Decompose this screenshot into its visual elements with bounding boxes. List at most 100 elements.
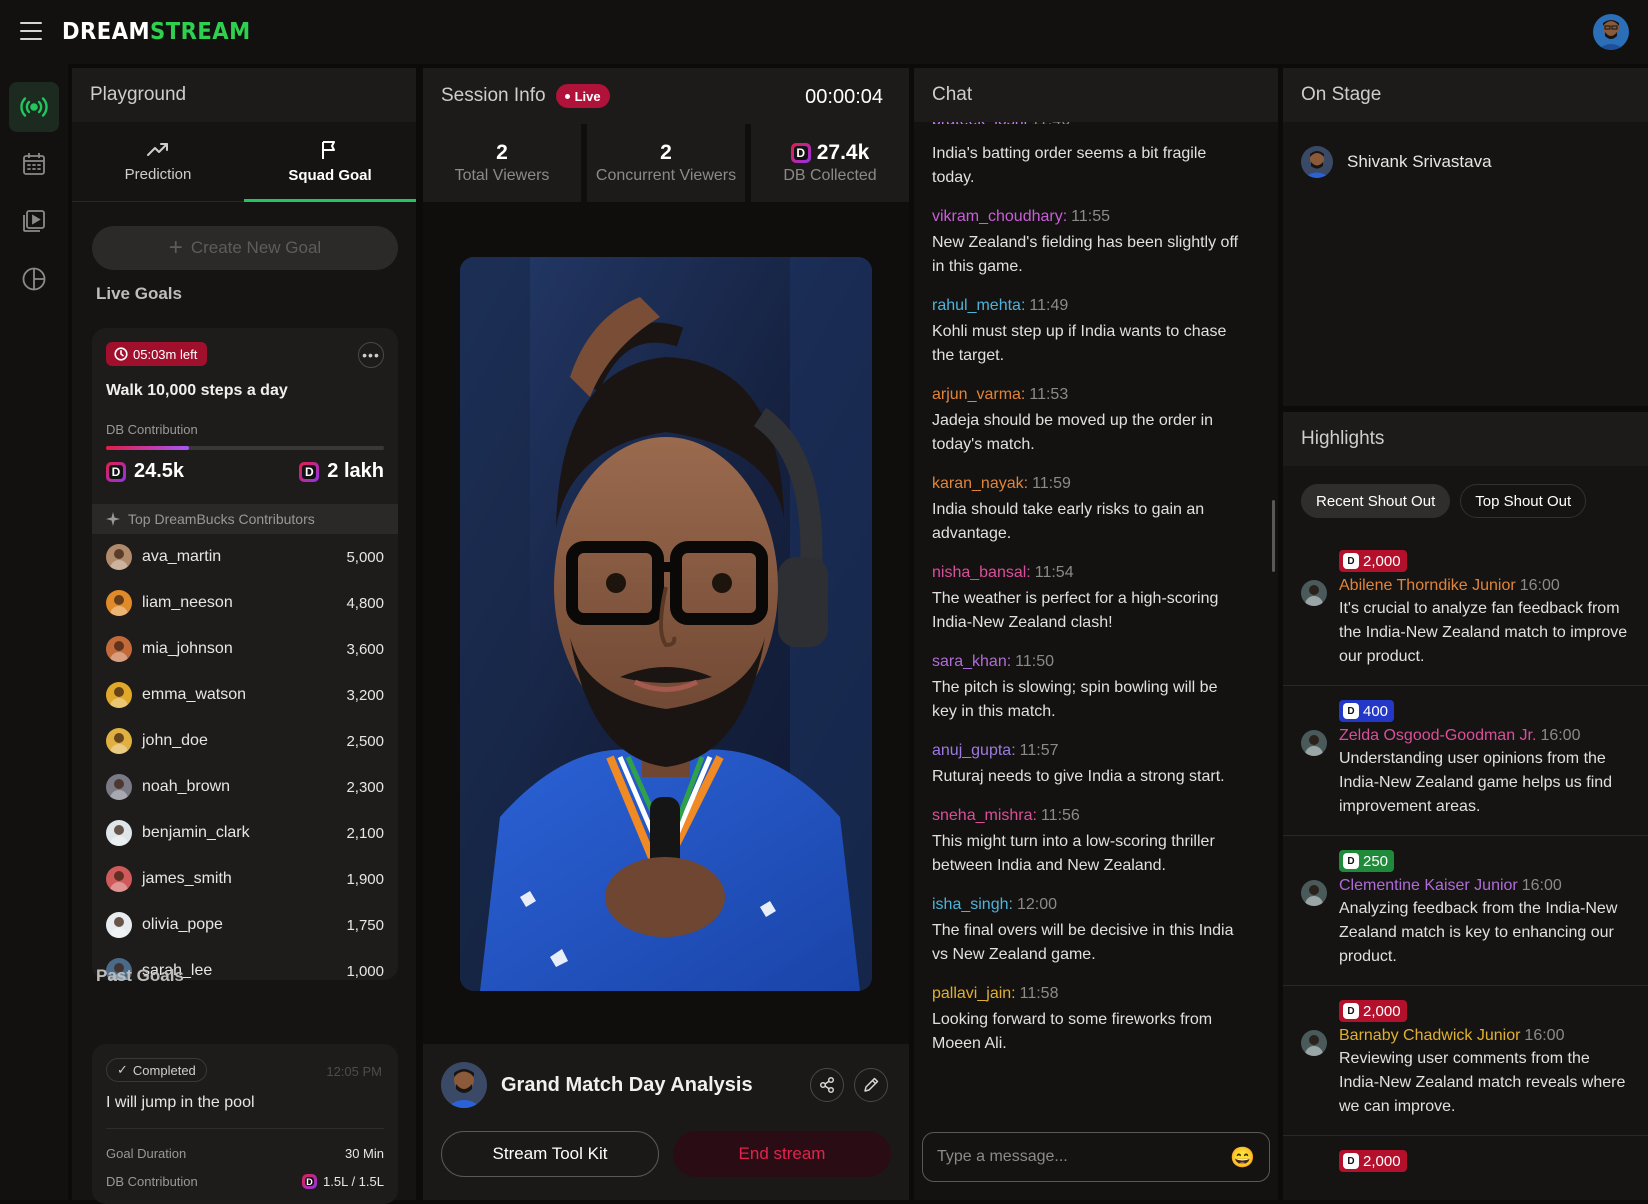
- chat-title: Chat: [914, 68, 1278, 122]
- shout-out-amount-badge: D 2,000: [1339, 1000, 1407, 1022]
- shout-out-item: D 2,000: [1283, 1150, 1648, 1188]
- chat-text: The final overs will be decisive in this…: [932, 922, 1234, 963]
- contributor-name: james_smith: [142, 870, 232, 887]
- share-icon[interactable]: [810, 1068, 844, 1102]
- chat-message: vikram_choudhary: 11:55 New Zealand's fiel…: [914, 208, 1264, 279]
- chat-scrollbar[interactable]: [1272, 500, 1275, 572]
- edit-icon[interactable]: [854, 1068, 888, 1102]
- shout-out-amount-badge: D 400: [1339, 700, 1395, 722]
- goal-duration-value: 30 Min: [344, 1146, 384, 1161]
- contributor-value: 1,900: [346, 870, 384, 888]
- contributor-row: benjamin_clark 2,100: [92, 810, 398, 856]
- chat-message: arjun_varma: 11:53 Jadeja should be moved …: [914, 386, 1264, 457]
- create-new-goal-button[interactable]: + Create New Goal: [92, 226, 398, 270]
- chat-time: 11:53: [1029, 386, 1069, 403]
- contributor-name: emma_watson: [142, 686, 247, 703]
- chat-time: 11:55: [1071, 208, 1111, 225]
- chat-time: 11:58: [1019, 985, 1059, 1002]
- chat-text: The pitch is slowing; spin bowling will …: [932, 679, 1218, 720]
- contributor-name: ava_martin: [142, 548, 222, 565]
- stat-total-viewers: 2 Total Viewers: [423, 124, 581, 202]
- participant-name: Shivank Srivastava: [1347, 152, 1492, 171]
- chat-message: anuj_gupta: 11:57 Ruturaj needs to give In…: [914, 742, 1264, 789]
- contributor-avatar: [106, 774, 132, 800]
- session-title: Session Info: [441, 85, 546, 106]
- chat-message-input[interactable]: [937, 1148, 1231, 1166]
- shout-out-text: Analyzing feedback from the India-New Ze…: [1339, 900, 1618, 965]
- contributor-value: 1,000: [346, 962, 384, 980]
- live-video-feed[interactable]: [460, 257, 872, 991]
- dreambucks-coin-icon: D: [1343, 1153, 1359, 1169]
- stat-db-collected: D 27.4k DB Collected: [751, 124, 909, 202]
- shout-out-amount: 2,000: [1363, 1002, 1401, 1020]
- app-logo[interactable]: DREAMSTREAM: [62, 19, 251, 45]
- shout-out-text: It's crucial to analyze fan feedback fro…: [1339, 600, 1628, 665]
- chat-message: rahul_mehta: 11:49 Kohli must step up if I…: [914, 297, 1264, 368]
- shout-out-time: 16:00: [1524, 1027, 1565, 1044]
- chat-username: anuj_gupta:: [932, 742, 1016, 759]
- contributor-value: 4,800: [346, 594, 384, 612]
- more-options-icon[interactable]: •••: [358, 342, 384, 368]
- shout-out-amount-badge: D 250: [1339, 850, 1395, 872]
- chat-text: The weather is perfect for a high-scorin…: [932, 590, 1219, 631]
- contributor-value: 3,600: [346, 640, 384, 658]
- chat-text: Kohli must step up if India wants to cha…: [932, 323, 1227, 364]
- tab-top-shout-out[interactable]: Top Shout Out: [1460, 484, 1587, 518]
- analytics-pie-icon[interactable]: [9, 254, 59, 304]
- contributor-name: benjamin_clark: [142, 824, 250, 841]
- past-goal-name: I will jump in the pool: [106, 1094, 255, 1111]
- contributor-row: liam_neeson 4,800: [92, 580, 398, 626]
- live-broadcast-icon[interactable]: [9, 82, 59, 132]
- shout-out-item: D 250 Clementine Kaiser Junior 16:00 Analyzi…: [1283, 850, 1648, 986]
- tab-squad-goal[interactable]: Squad Goal: [244, 122, 416, 202]
- past-contribution-label: DB Contribution: [106, 1174, 198, 1189]
- shout-out-time: 16:00: [1540, 727, 1581, 744]
- stream-title: Grand Match Day Analysis: [501, 1074, 753, 1096]
- past-goal-card: ✓ Completed 12:05 PM I will jump in the p…: [92, 1044, 398, 1204]
- contributors-list: ava_martin 5,000 liam_neeson 4,800 mia_johns…: [92, 534, 398, 980]
- chat-username: sneha_mishra:: [932, 807, 1037, 824]
- dreambucks-coin-icon: D: [1343, 553, 1359, 569]
- video-library-icon[interactable]: [9, 196, 59, 246]
- end-stream-button[interactable]: End stream: [673, 1131, 891, 1177]
- chat-text: New Zealand's fielding has been slightly…: [932, 234, 1239, 275]
- calendar-icon[interactable]: [9, 139, 59, 189]
- chat-username: pallavi_jain:: [932, 985, 1016, 1002]
- chat-message: pallavi_jain: 11:58 Looking forward to som…: [914, 985, 1264, 1056]
- chat-text: India should take early risks to gain an…: [932, 501, 1205, 542]
- tab-prediction[interactable]: Prediction: [72, 122, 244, 201]
- chat-text: India's batting order seems a bit fragil…: [932, 145, 1207, 186]
- highlights-panel: Highlights Recent Shout Out Top Shout Ou…: [1283, 412, 1648, 1200]
- shout-out-amount: 2,000: [1363, 1152, 1401, 1170]
- stat-concurrent-viewers: 2 Concurrent Viewers: [587, 124, 745, 202]
- dreambucks-coin-icon: D: [1343, 853, 1359, 869]
- flag-icon: [322, 141, 335, 159]
- chat-messages[interactable]: prateek_joshi11:46 India's batting order…: [914, 116, 1264, 1162]
- db-contribution-label: DB Contribution: [106, 422, 198, 437]
- on-stage-participant[interactable]: Shivank Srivastava: [1301, 146, 1492, 178]
- shout-out-amount: 2,000: [1363, 552, 1401, 570]
- sparkle-icon: [106, 512, 120, 526]
- trend-icon: [147, 143, 168, 156]
- menu-icon[interactable]: [20, 22, 42, 40]
- shout-out-item: D 400 Zelda Osgood-Goodman Jr. 16:00 Underst…: [1283, 700, 1648, 836]
- contributor-name: mia_johnson: [142, 640, 233, 657]
- logo-stream-text: STREAM: [150, 19, 251, 45]
- dreambucks-coin-icon: D: [302, 1174, 318, 1189]
- contributor-name: olivia_pope: [142, 916, 223, 933]
- contributor-avatar: [106, 728, 132, 754]
- contributors-title: Top DreamBucks Contributors: [128, 511, 315, 527]
- collected-amount: D 24.5k: [106, 460, 184, 483]
- goal-progress-fill: [106, 446, 190, 450]
- chat-username: rahul_mehta:: [932, 297, 1026, 314]
- contributor-avatar: [106, 866, 132, 892]
- stream-tool-kit-button[interactable]: Stream Tool Kit: [441, 1131, 659, 1177]
- chat-username: nisha_bansal:: [932, 564, 1031, 581]
- tab-recent-shout-out[interactable]: Recent Shout Out: [1301, 484, 1451, 518]
- shout-out-text: Reviewing user comments from the India-N…: [1339, 1050, 1626, 1115]
- user-avatar[interactable]: [1593, 14, 1629, 50]
- chat-username: arjun_varma:: [932, 386, 1026, 403]
- shout-out-avatar: [1301, 580, 1327, 606]
- emoji-picker-icon[interactable]: 😄: [1230, 1145, 1255, 1170]
- contributor-row: emma_watson 3,200: [92, 672, 398, 718]
